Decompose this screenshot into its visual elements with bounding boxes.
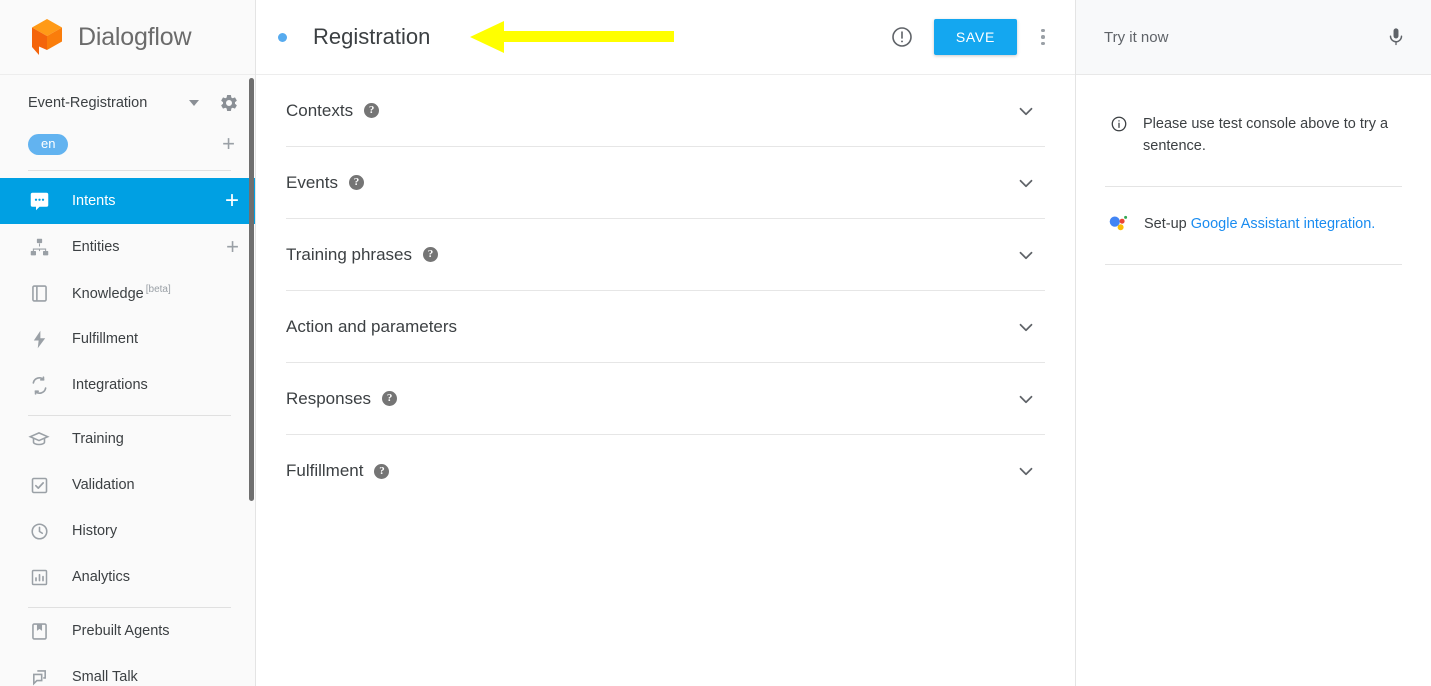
sidebar-item-integrations[interactable]: Integrations [0, 362, 255, 408]
section-label: Training phrases [286, 244, 412, 264]
sidebar-item-history[interactable]: History [0, 508, 255, 554]
test-console-note: Please use test console above to try a s… [1102, 75, 1405, 157]
sidebar-item-label: Validation [72, 477, 135, 493]
integrations-sync-icon [28, 374, 50, 396]
add-intent-plus-icon[interactable]: + [225, 189, 239, 213]
agent-selector[interactable]: Event-Registration [0, 81, 255, 125]
google-assistant-dots-icon [1108, 213, 1130, 235]
sidebar: Dialogflow Event-Registration en + Inten… [0, 0, 256, 686]
add-language-plus-icon[interactable]: + [222, 133, 235, 155]
info-circle-icon [1110, 115, 1128, 133]
chevron-down-icon[interactable] [1015, 172, 1037, 194]
error-exclamation-circle-icon[interactable] [890, 25, 914, 49]
kebab-menu-icon[interactable] [1031, 25, 1055, 49]
test-console-body: Please use test console above to try a s… [1076, 75, 1431, 265]
help-icon[interactable]: ? [374, 463, 390, 479]
sidebar-item-training[interactable]: Training [0, 416, 255, 462]
sidebar-item-intents[interactable]: Intents + [0, 178, 255, 224]
add-entity-plus-icon[interactable]: + [226, 236, 239, 258]
knowledge-text: Knowledge [72, 285, 144, 302]
sidebar-divider [28, 170, 231, 171]
sidebar-nav: Intents + Entities + Knowledge [beta] Fu… [0, 178, 255, 686]
intent-sections: Contexts ? Events ? Training phrases ? A… [256, 75, 1075, 507]
sidebar-item-label: Fulfillment [72, 331, 139, 347]
note-text: Please use test console above to try a s… [1143, 116, 1389, 154]
gear-icon[interactable] [219, 93, 239, 113]
section-events[interactable]: Events ? [286, 147, 1045, 219]
sidebar-item-knowledge[interactable]: Knowledge [beta] [0, 270, 255, 316]
knowledge-book-icon [28, 282, 50, 304]
chevron-down-icon[interactable] [1015, 316, 1037, 338]
chevron-down-icon[interactable] [1015, 388, 1037, 410]
section-fulfillment[interactable]: Fulfillment ? [286, 435, 1045, 507]
sidebar-item-label: Entities [72, 239, 120, 255]
assistant-prefix: Set-up [1144, 216, 1191, 232]
analytics-bar-chart-icon [28, 566, 50, 588]
sidebar-item-entities[interactable]: Entities + [0, 224, 255, 270]
intent-status-dot [278, 32, 287, 42]
brand-name: Dialogflow [78, 22, 192, 51]
intent-header: Registration SAVE [256, 0, 1075, 75]
help-icon[interactable]: ? [348, 175, 364, 190]
chevron-down-icon[interactable] [1015, 100, 1037, 122]
beta-badge: [beta] [145, 284, 171, 296]
training-graduation-cap-icon [28, 428, 50, 450]
sidebar-item-label: Small Talk [72, 669, 138, 685]
sidebar-item-small-talk[interactable]: Small Talk [0, 654, 255, 686]
sidebar-item-fulfillment[interactable]: Fulfillment [0, 316, 255, 362]
google-assistant-integration-link[interactable]: Google Assistant integration. [1191, 216, 1376, 232]
sidebar-scrollbar[interactable] [249, 78, 254, 501]
brand-logo-bar[interactable]: Dialogflow [0, 0, 255, 75]
help-icon[interactable]: ? [382, 391, 398, 406]
history-clock-icon [28, 520, 50, 542]
section-training-phrases[interactable]: Training phrases ? [286, 219, 1045, 291]
language-chip-en[interactable]: en [28, 133, 69, 155]
section-contexts[interactable]: Contexts ? [286, 75, 1045, 147]
sidebar-item-validation[interactable]: Validation [0, 462, 255, 508]
fulfillment-bolt-icon [28, 328, 50, 350]
sidebar-item-label: Prebuilt Agents [72, 623, 170, 639]
section-label: Action and parameters [286, 316, 458, 336]
right-panel-divider [1105, 264, 1402, 265]
sidebar-item-label: Knowledge [beta] [72, 284, 239, 302]
intent-editor-panel: Registration SAVE Contexts ? Events ? Tr… [256, 0, 1076, 686]
chevron-down-icon[interactable] [1015, 244, 1037, 266]
sidebar-item-label: Training [72, 431, 124, 447]
microphone-icon[interactable] [1385, 26, 1407, 48]
prebuilt-agents-bookmark-icon [28, 620, 50, 642]
sidebar-item-analytics[interactable]: Analytics [0, 554, 255, 600]
sidebar-item-label: Intents [72, 193, 116, 209]
section-action-and-parameters[interactable]: Action and parameters [286, 291, 1045, 363]
try-it-now-bar[interactable]: Try it now [1076, 0, 1431, 75]
assistant-setup-text: Set-up Google Assistant integration. [1144, 216, 1375, 232]
sidebar-item-label: Integrations [72, 377, 148, 393]
small-talk-bubbles-icon [28, 666, 50, 686]
agent-name: Event-Registration [28, 95, 148, 111]
sidebar-item-label: History [72, 523, 118, 539]
section-label: Contexts [286, 100, 354, 120]
section-label: Events [286, 172, 338, 192]
chevron-down-icon[interactable] [1015, 460, 1037, 482]
section-label: Responses [286, 388, 372, 408]
page-title[interactable]: Registration [313, 24, 430, 50]
google-assistant-setup-row: Set-up Google Assistant integration. [1102, 187, 1405, 235]
sidebar-item-label: Analytics [72, 569, 131, 585]
section-label: Fulfillment [286, 461, 364, 480]
language-row: en + [0, 125, 255, 163]
dialogflow-cube-logo-icon [28, 17, 66, 57]
help-icon[interactable]: ? [423, 247, 438, 262]
test-console-panel: Try it now Please use test console above… [1076, 0, 1431, 686]
try-it-now-input[interactable]: Try it now [1104, 29, 1385, 46]
section-responses[interactable]: Responses ? [286, 363, 1045, 435]
entities-hierarchy-icon [28, 236, 50, 258]
chevron-down-icon[interactable] [189, 100, 199, 106]
save-button[interactable]: SAVE [933, 19, 1017, 55]
intents-chat-bubble-icon [28, 190, 50, 212]
sidebar-item-prebuilt-agents[interactable]: Prebuilt Agents [0, 608, 255, 654]
validation-checkbox-icon [28, 474, 50, 496]
help-icon[interactable]: ? [364, 103, 380, 118]
dialogflow-console: Dialogflow Event-Registration en + Inten… [0, 0, 1431, 686]
